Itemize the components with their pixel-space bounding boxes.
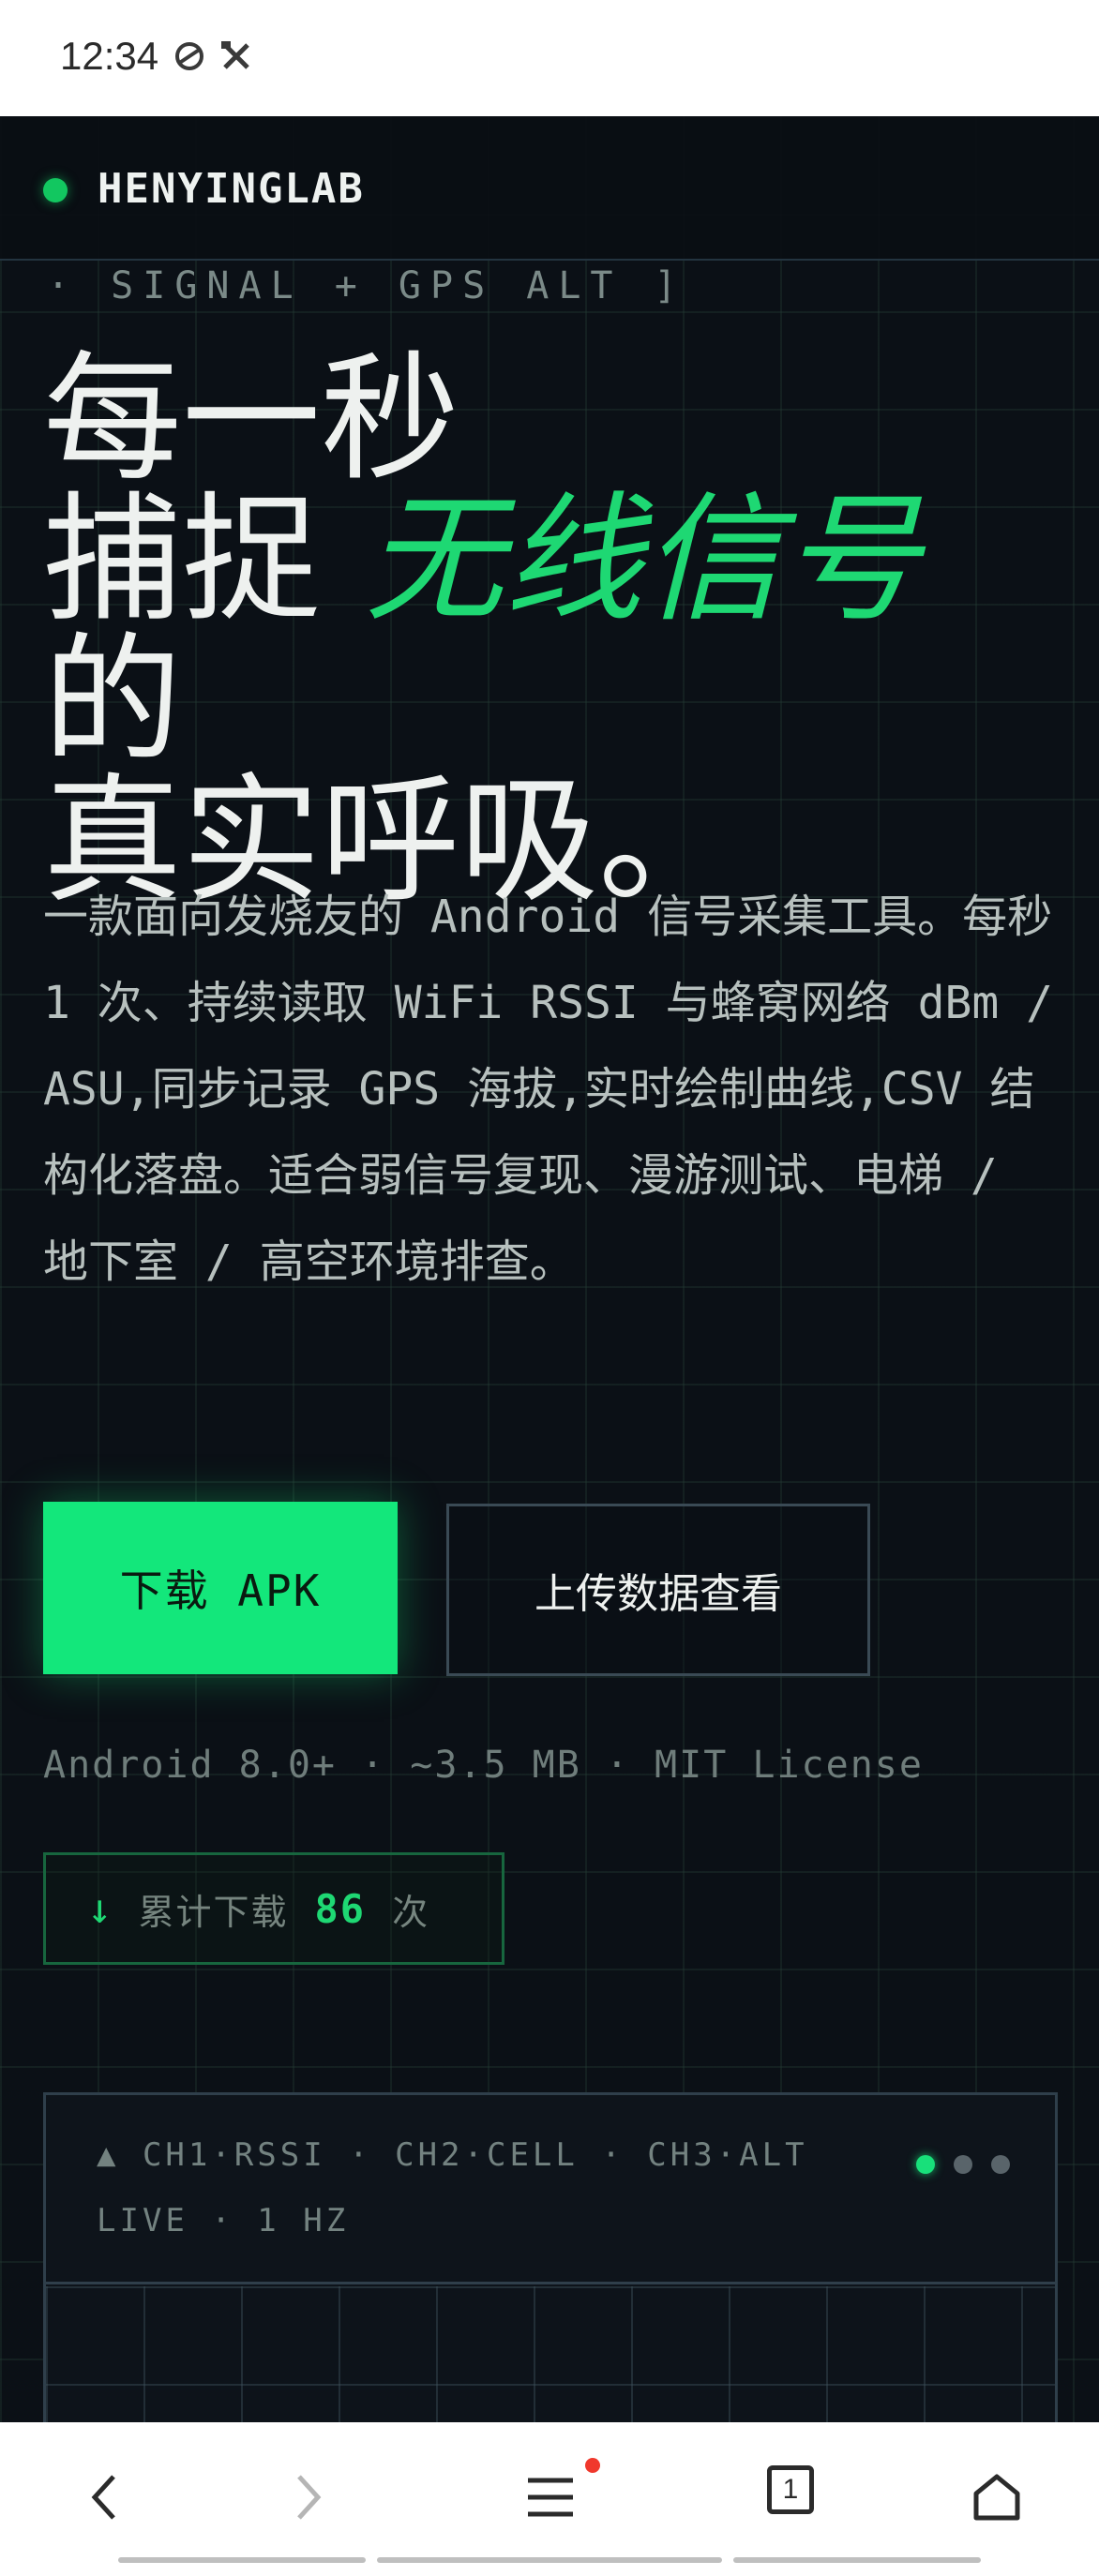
- monitor-chart-grid: [46, 2286, 1055, 2422]
- page-content: HENYINGLAB · SIGNAL + GPS ALT ] 每一秒 捕捉 无…: [0, 116, 1099, 2422]
- menu-icon: [528, 2478, 573, 2517]
- back-button[interactable]: [62, 2460, 146, 2535]
- home-button[interactable]: [955, 2460, 1039, 2535]
- download-apk-button[interactable]: 下载 APK: [43, 1502, 398, 1674]
- channel-active-dot: [916, 2155, 935, 2174]
- home-icon: [973, 2474, 1020, 2521]
- channel-idle-dot: [991, 2155, 1010, 2174]
- headline-accent: 无线信号: [365, 479, 921, 640]
- sync-icon: [171, 37, 208, 79]
- headline-line-1: 每一秒: [43, 338, 459, 500]
- live-status: LIVE · 1 HZ: [97, 2202, 350, 2239]
- browser-bottom-bar: 1: [0, 2422, 1099, 2576]
- tabs-button[interactable]: 1: [767, 2465, 814, 2514]
- monitor-header: ▲ CH1·RSSI · CH2·CELL · CH3·ALT LIVE · 1…: [46, 2095, 1055, 2284]
- download-counter-badge: ↓ 累计下载 86 次: [43, 1852, 504, 1965]
- menu-button[interactable]: [508, 2460, 593, 2535]
- signal-monitor-panel: ▲ CH1·RSSI · CH2·CELL · CH3·ALT LIVE · 1…: [43, 2092, 1058, 2422]
- hero-description: 一款面向发烧友的 Android 信号采集工具。每秒 1 次、持续读取 WiFi…: [43, 891, 1054, 1288]
- status-time: 12:34: [60, 34, 159, 78]
- hero-eyebrow: · SIGNAL + GPS ALT ]: [47, 264, 686, 307]
- counter-suffix: 次: [392, 1891, 430, 1933]
- hero-headline: 每一秒 捕捉 无线信号 的 真实呼吸。: [43, 349, 1075, 911]
- download-count: 86: [314, 1885, 367, 1932]
- brand-logo[interactable]: HENYINGLAB: [98, 165, 365, 213]
- headline-line-2-pre: 捕捉: [43, 479, 366, 640]
- chevron-left-icon: [91, 2475, 115, 2520]
- download-arrow-icon: ↓: [87, 1884, 114, 1933]
- chevron-right-icon: [297, 2475, 322, 2520]
- counter-prefix: 累计下载: [138, 1891, 289, 1933]
- headline-line-2-post: 的: [43, 620, 182, 781]
- headline-line-2: 捕捉 无线信号 的: [43, 489, 1075, 771]
- upload-data-button[interactable]: 上传数据查看: [446, 1504, 870, 1676]
- notification-dot: [585, 2458, 600, 2473]
- channel-list: ▲ CH1·RSSI · CH2·CELL · CH3·ALT: [97, 2136, 808, 2174]
- channel-idle-dot: [954, 2155, 972, 2174]
- app-meta-info: Android 8.0+ · ~3.5 MB · MIT License: [43, 1744, 924, 1787]
- gesture-bar-center: [377, 2557, 722, 2563]
- tools-icon: [218, 37, 255, 79]
- brand-status-dot: [43, 178, 68, 202]
- status-bar: 12:34: [0, 0, 1099, 116]
- gesture-bar-right: [733, 2557, 981, 2563]
- gesture-bar-left: [118, 2557, 366, 2563]
- top-navigation: HENYINGLAB: [0, 116, 1099, 261]
- forward-button[interactable]: [266, 2460, 351, 2535]
